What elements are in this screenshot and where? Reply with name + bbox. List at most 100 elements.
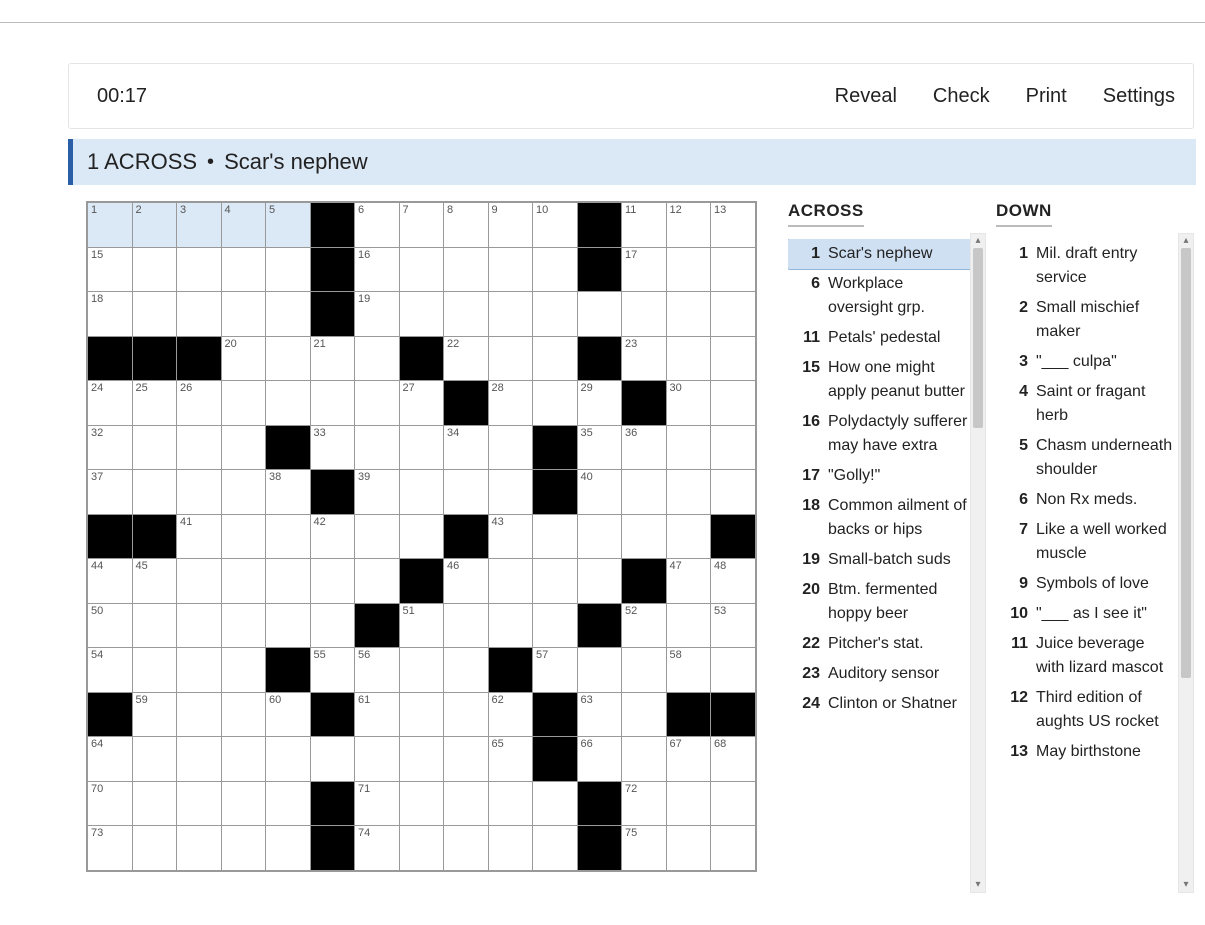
grid-cell[interactable]	[444, 737, 489, 782]
grid-cell[interactable]	[444, 781, 489, 826]
crossword-grid[interactable]: 1234567891011121315161718192021222324252…	[86, 201, 757, 872]
check-button[interactable]: Check	[915, 85, 1008, 108]
grid-cell[interactable]: 52	[622, 603, 667, 648]
grid-cell[interactable]: 18	[87, 292, 132, 337]
grid-cell[interactable]: 54	[87, 648, 132, 693]
grid-cell[interactable]	[399, 514, 444, 559]
grid-cell[interactable]: 25	[132, 381, 177, 426]
grid-cell[interactable]	[177, 247, 222, 292]
grid-cell[interactable]: 20	[221, 336, 266, 381]
grid-cell[interactable]: 43	[488, 514, 533, 559]
grid-cell[interactable]: 41	[177, 514, 222, 559]
grid-cell[interactable]: 40	[577, 470, 622, 515]
grid-cell[interactable]	[355, 381, 400, 426]
grid-cell[interactable]	[221, 826, 266, 871]
clue-item[interactable]: 17"Golly!"	[788, 461, 972, 491]
grid-cell[interactable]: 62	[488, 692, 533, 737]
grid-cell[interactable]	[711, 425, 756, 470]
clue-item[interactable]: 1Scar's nephew	[788, 239, 972, 269]
grid-cell[interactable]: 42	[310, 514, 355, 559]
grid-cell[interactable]	[533, 514, 578, 559]
grid-cell[interactable]	[666, 514, 711, 559]
grid-cell[interactable]	[266, 247, 311, 292]
grid-cell[interactable]	[488, 559, 533, 604]
grid-cell[interactable]	[132, 425, 177, 470]
grid-cell[interactable]	[444, 470, 489, 515]
grid-cell[interactable]	[399, 692, 444, 737]
grid-cell[interactable]	[221, 425, 266, 470]
reveal-button[interactable]: Reveal	[817, 85, 915, 108]
grid-cell[interactable]: 9	[488, 202, 533, 247]
grid-cell[interactable]: 22	[444, 336, 489, 381]
grid-cell[interactable]	[177, 559, 222, 604]
grid-cell[interactable]	[177, 603, 222, 648]
grid-cell[interactable]: 68	[711, 737, 756, 782]
grid-cell[interactable]	[355, 559, 400, 604]
grid-cell[interactable]	[666, 336, 711, 381]
grid-cell[interactable]	[711, 292, 756, 337]
grid-cell[interactable]	[533, 381, 578, 426]
grid-cell[interactable]: 47	[666, 559, 711, 604]
grid-cell[interactable]	[221, 781, 266, 826]
grid-cell[interactable]: 10	[533, 202, 578, 247]
grid-cell[interactable]: 2	[132, 202, 177, 247]
grid-cell[interactable]	[711, 247, 756, 292]
scrollbar[interactable]: ▴ ▾	[970, 233, 986, 893]
grid-cell[interactable]	[177, 692, 222, 737]
grid-cell[interactable]: 17	[622, 247, 667, 292]
grid-cell[interactable]: 48	[711, 559, 756, 604]
grid-cell[interactable]	[310, 381, 355, 426]
grid-cell[interactable]	[177, 826, 222, 871]
grid-cell[interactable]	[622, 692, 667, 737]
grid-cell[interactable]	[310, 603, 355, 648]
grid-cell[interactable]	[666, 470, 711, 515]
grid-cell[interactable]: 75	[622, 826, 667, 871]
grid-cell[interactable]	[711, 826, 756, 871]
grid-cell[interactable]	[177, 648, 222, 693]
grid-cell[interactable]	[622, 292, 667, 337]
clue-item[interactable]: 11Juice beverage with lizard mascot	[996, 629, 1180, 683]
clue-item[interactable]: 11Petals' pedestal	[788, 323, 972, 353]
grid-cell[interactable]: 72	[622, 781, 667, 826]
grid-cell[interactable]	[177, 292, 222, 337]
grid-cell[interactable]	[355, 514, 400, 559]
grid-cell[interactable]	[399, 781, 444, 826]
grid-cell[interactable]	[622, 737, 667, 782]
clue-item[interactable]: 19Small-batch suds	[788, 545, 972, 575]
scroll-down-icon[interactable]: ▾	[1179, 878, 1193, 892]
grid-cell[interactable]	[266, 559, 311, 604]
grid-cell[interactable]	[132, 247, 177, 292]
grid-cell[interactable]	[577, 648, 622, 693]
grid-cell[interactable]	[399, 648, 444, 693]
grid-cell[interactable]	[132, 470, 177, 515]
clue-item[interactable]: 13May birthstone	[996, 737, 1180, 767]
grid-cell[interactable]	[711, 336, 756, 381]
grid-cell[interactable]	[310, 737, 355, 782]
clue-item[interactable]: 12Third edition of aughts US rocket	[996, 683, 1180, 737]
grid-cell[interactable]	[132, 826, 177, 871]
clue-item[interactable]: 1Mil. draft entry service	[996, 239, 1180, 293]
grid-cell[interactable]: 51	[399, 603, 444, 648]
grid-cell[interactable]: 21	[310, 336, 355, 381]
grid-cell[interactable]	[622, 514, 667, 559]
grid-cell[interactable]	[577, 292, 622, 337]
grid-cell[interactable]	[221, 692, 266, 737]
grid-cell[interactable]: 27	[399, 381, 444, 426]
grid-cell[interactable]	[266, 603, 311, 648]
grid-cell[interactable]	[533, 559, 578, 604]
grid-cell[interactable]	[221, 737, 266, 782]
clue-item[interactable]: 7Like a well worked muscle	[996, 515, 1180, 569]
grid-cell[interactable]	[533, 781, 578, 826]
grid-cell[interactable]	[266, 292, 311, 337]
grid-cell[interactable]	[577, 559, 622, 604]
grid-cell[interactable]: 33	[310, 425, 355, 470]
grid-cell[interactable]	[132, 781, 177, 826]
grid-cell[interactable]	[666, 603, 711, 648]
clue-item[interactable]: 22Pitcher's stat.	[788, 629, 972, 659]
grid-cell[interactable]: 57	[533, 648, 578, 693]
grid-cell[interactable]	[488, 247, 533, 292]
grid-cell[interactable]	[355, 336, 400, 381]
grid-cell[interactable]	[577, 514, 622, 559]
grid-cell[interactable]	[132, 603, 177, 648]
grid-cell[interactable]: 36	[622, 425, 667, 470]
